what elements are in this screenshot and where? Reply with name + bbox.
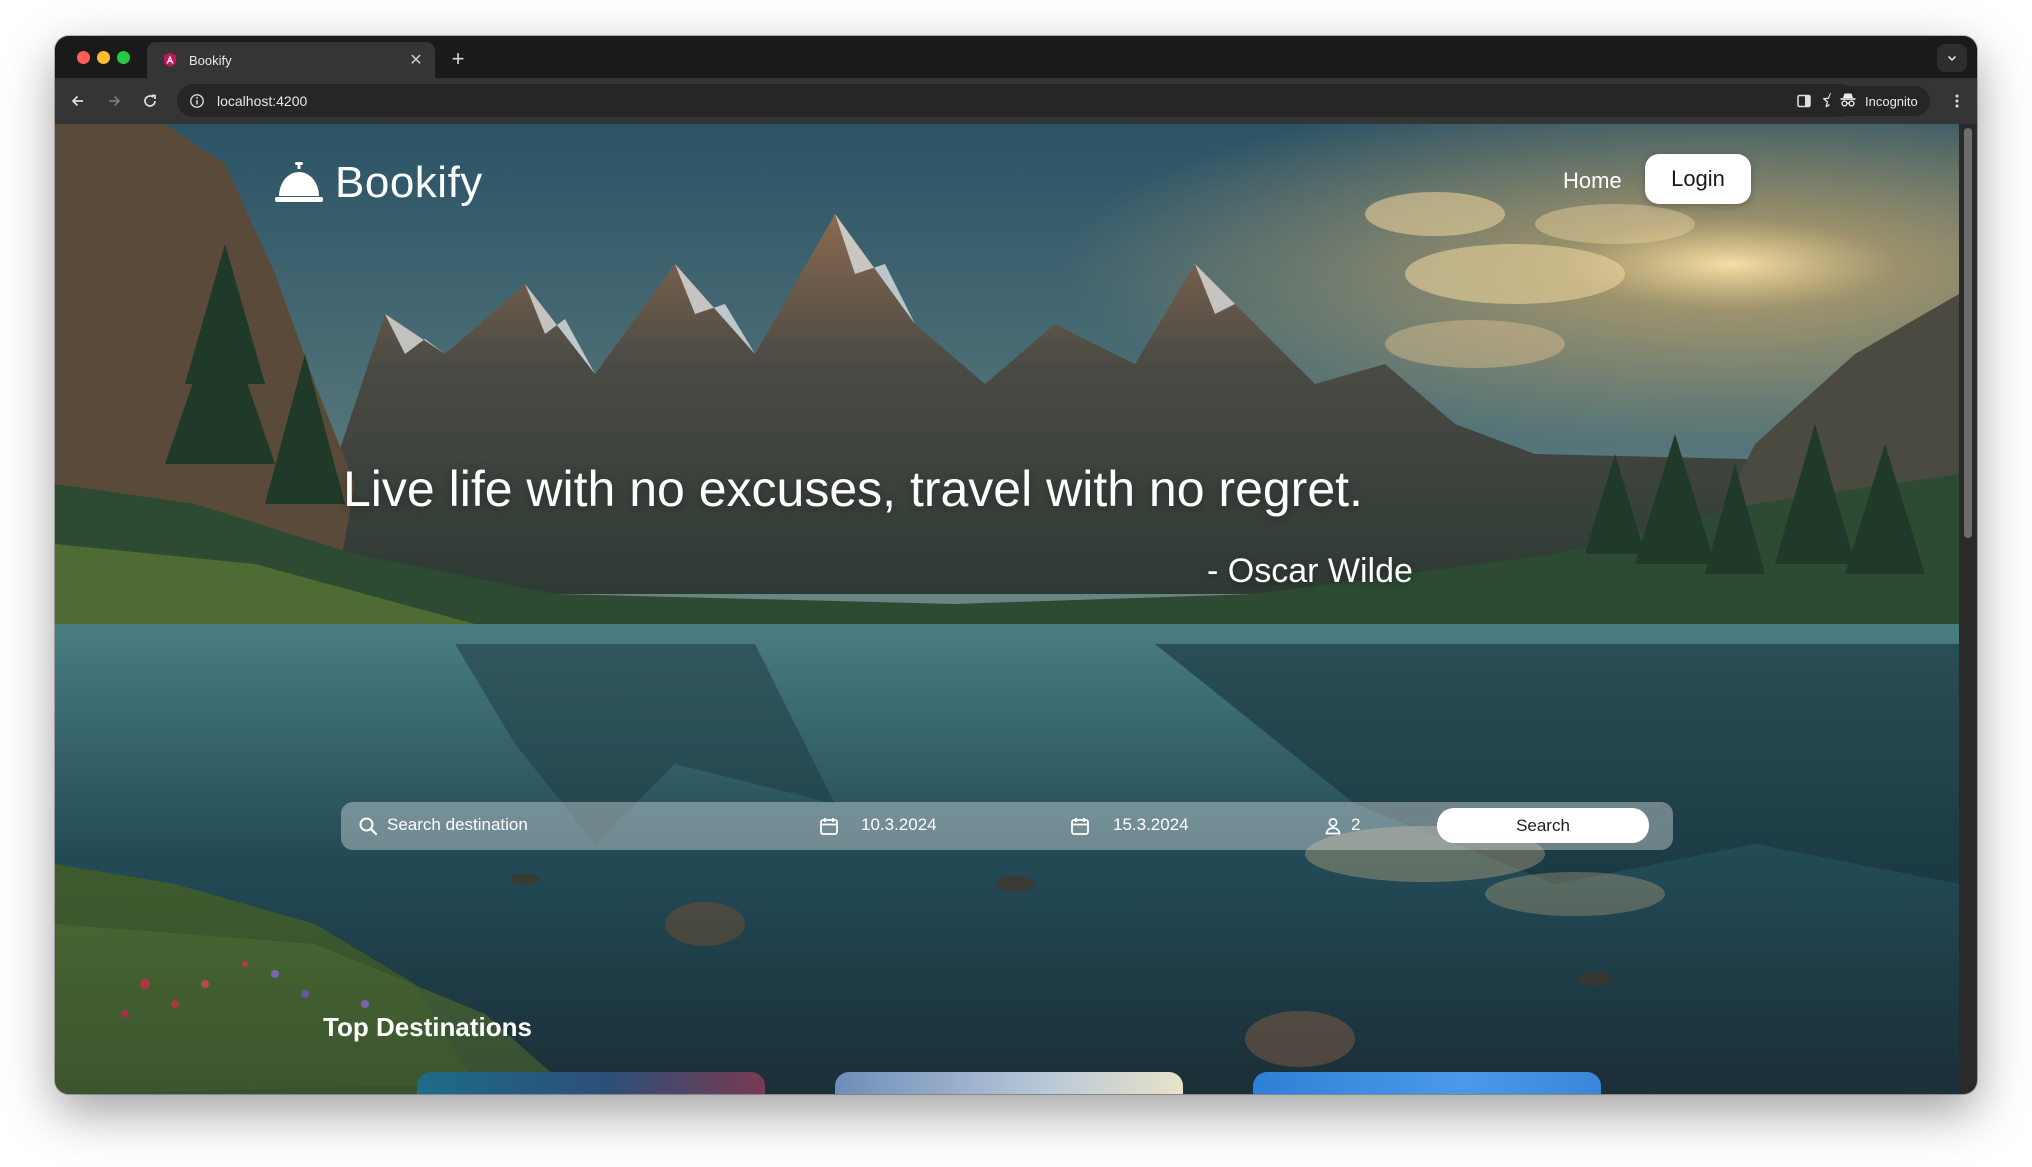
forward-arrow-icon[interactable]: [99, 86, 129, 116]
brand-name: Bookify: [335, 158, 483, 207]
hero-quote: Live life with no excuses, travel with n…: [343, 461, 1363, 517]
maximize-window-button[interactable]: [117, 51, 130, 64]
scrollbar-thumb[interactable]: [1964, 128, 1972, 538]
destination-card[interactable]: [417, 1072, 765, 1094]
login-button[interactable]: Login: [1645, 154, 1751, 204]
back-arrow-icon[interactable]: [63, 86, 93, 116]
destination-input[interactable]: Search destination: [387, 815, 528, 835]
checkin-calendar-icon[interactable]: [818, 815, 840, 837]
incognito-label: Incognito: [1865, 93, 1918, 109]
reload-icon[interactable]: [135, 86, 165, 116]
checkout-calendar-icon[interactable]: [1069, 815, 1091, 837]
quote-author: - Oscar Wilde: [1207, 552, 1413, 590]
browser-tab-bookify[interactable]: Bookify ✕: [147, 42, 435, 78]
search-icon: [357, 815, 379, 837]
angular-favicon-icon: [161, 51, 179, 69]
url-text: localhost:4200: [217, 92, 308, 109]
new-tab-button[interactable]: +: [443, 44, 473, 74]
checkin-date-field[interactable]: 10.3.2024: [861, 815, 937, 835]
checkout-date-field[interactable]: 15.3.2024: [1113, 815, 1189, 835]
service-bell-icon: [273, 160, 325, 206]
site-info-icon[interactable]: [187, 91, 207, 111]
browser-toolbar: localhost:4200 Incognito: [55, 78, 1977, 124]
incognito-icon: [1839, 92, 1857, 111]
browser-window: Bookify ✕ + localhost:4200 Incognito Boo…: [55, 36, 1977, 1094]
bottom-fade-overlay: [55, 894, 1959, 1094]
address-bar[interactable]: localhost:4200: [177, 84, 1857, 117]
side-panel-icon[interactable]: [1790, 87, 1818, 115]
minimize-window-button[interactable]: [97, 51, 110, 64]
search-bar: Search destination 10.3.2024 15.3.2024 2…: [341, 802, 1673, 850]
tab-close-icon[interactable]: ✕: [403, 47, 429, 73]
guests-count-field[interactable]: 2: [1351, 815, 1360, 835]
bookify-page: Bookify Home Login Live life with no exc…: [55, 124, 1959, 1094]
incognito-badge[interactable]: Incognito: [1829, 86, 1930, 116]
destination-card[interactable]: [835, 1072, 1183, 1094]
search-button[interactable]: Search: [1437, 808, 1649, 843]
tab-title: Bookify: [189, 52, 232, 68]
top-destinations-heading: Top Destinations: [323, 1012, 532, 1042]
tab-strip: Bookify ✕ +: [55, 36, 1977, 78]
tab-search-chevron-icon[interactable]: [1937, 44, 1967, 72]
brand-logo[interactable]: Bookify: [273, 158, 483, 208]
guests-person-icon: [1322, 815, 1344, 837]
browser-menu-icon[interactable]: [1945, 86, 1969, 116]
close-window-button[interactable]: [77, 51, 90, 64]
nav-home-link[interactable]: Home: [1563, 168, 1622, 194]
destination-card[interactable]: [1253, 1072, 1601, 1094]
page-scrollbar[interactable]: [1959, 124, 1977, 1094]
